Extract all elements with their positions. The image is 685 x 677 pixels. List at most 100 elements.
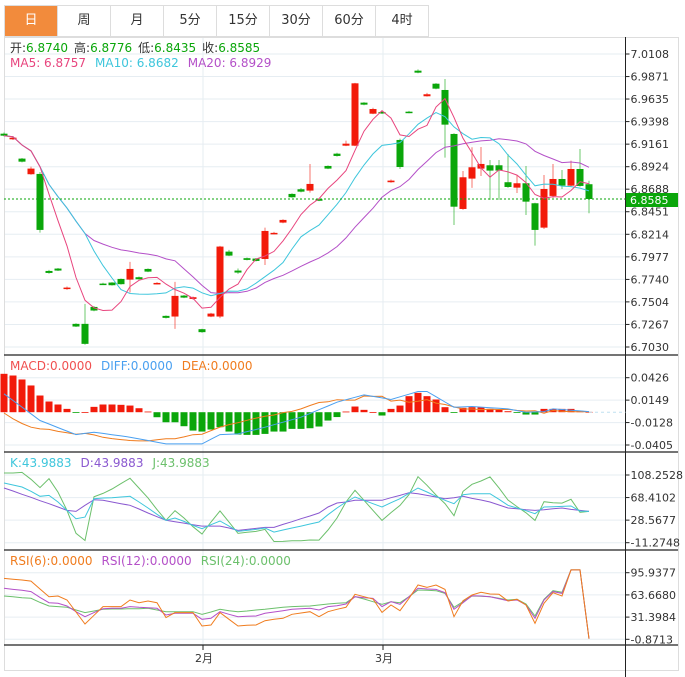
current-price-value: 6.8585 xyxy=(630,194,669,207)
candle-body xyxy=(351,83,359,146)
kdj-legend: K:43.9883 D:43.9883 J:43.9883 xyxy=(10,456,210,470)
candle xyxy=(54,267,62,272)
candle xyxy=(36,171,44,233)
rsi6-line xyxy=(3,569,590,639)
macd-bar xyxy=(198,412,206,432)
candle-body xyxy=(540,188,548,228)
price-tick-label: 7.0108 xyxy=(631,48,670,61)
open-label: 开: xyxy=(10,41,26,55)
candle-body xyxy=(63,287,71,290)
macd-bar xyxy=(216,412,224,428)
price-tick-label: 6.9635 xyxy=(631,93,670,106)
price-tick-label: 6.7740 xyxy=(631,273,670,286)
macd-bar xyxy=(396,405,404,413)
candle-body xyxy=(306,183,314,191)
candle xyxy=(261,227,269,265)
price-tick-label: 6.8451 xyxy=(631,206,670,219)
candle xyxy=(441,79,449,158)
candle-body xyxy=(243,258,251,260)
candle-body xyxy=(396,139,404,167)
macd-legend: MACD:0.0000 DIFF:0.0000 DEA:0.0000 xyxy=(10,359,253,373)
candle-body xyxy=(234,270,242,273)
price-tick-label: 6.7030 xyxy=(631,341,670,354)
candle-body xyxy=(531,203,539,230)
candle xyxy=(450,133,458,225)
candle-body xyxy=(576,168,584,186)
open-value: 6.8740 xyxy=(26,41,68,55)
macd-bar xyxy=(63,408,71,413)
candle xyxy=(99,282,107,286)
candle xyxy=(162,315,170,319)
kdj-tick-label: 28.5677 xyxy=(631,514,677,527)
macd-bar xyxy=(513,412,521,414)
rsi-tick-label: -0.8713 xyxy=(631,633,673,646)
candle xyxy=(495,159,503,200)
candle xyxy=(324,165,332,170)
candle-body xyxy=(18,158,26,162)
kline-chart[interactable]: 7.01086.98716.96356.93986.91616.89246.86… xyxy=(0,0,685,677)
candle xyxy=(459,170,467,210)
candle-body xyxy=(549,178,557,196)
j-label: J:43.9883 xyxy=(151,456,209,470)
macd-bar xyxy=(117,404,125,413)
candle-body xyxy=(144,268,152,272)
high-value: 6.8776 xyxy=(90,41,132,55)
chart-border xyxy=(4,37,679,671)
macd-bar xyxy=(153,412,161,418)
candle-body xyxy=(198,329,206,333)
k-label: K:43.9883 xyxy=(10,456,72,470)
low-value: 6.8435 xyxy=(154,41,196,55)
macd-bar xyxy=(369,412,377,414)
macd-tick-label: -0.0128 xyxy=(631,417,673,430)
candle xyxy=(180,295,188,299)
candle-body xyxy=(81,323,89,344)
candle-body xyxy=(108,282,116,286)
candle-body xyxy=(585,184,593,199)
candle xyxy=(18,158,26,163)
macd-bar xyxy=(180,412,188,427)
macd-bar xyxy=(360,409,368,413)
chart-frame xyxy=(4,37,679,677)
close-value: 6.8585 xyxy=(218,41,260,55)
macd-bar xyxy=(405,396,413,413)
candle-body xyxy=(297,189,305,192)
macd-bar xyxy=(333,412,341,418)
candle-body xyxy=(216,246,224,317)
diff-line xyxy=(3,391,590,445)
macd-bar xyxy=(387,408,395,413)
svg-text:RSI(6):0.0000RSI(12):0.0000RSI: RSI(6):0.0000 RSI(12):0.0000 RSI(24):0.000… xyxy=(10,554,291,568)
x-tick-label: 2月 xyxy=(195,652,213,665)
macd-bar xyxy=(297,412,305,429)
svg-text:MA5: 6.8757MA10: 6.8682MA20: 6: MA5: 6.8757 MA10: 6.8682 MA20: 6.8929 xyxy=(10,56,271,70)
close-label: 收: xyxy=(202,41,218,55)
candle xyxy=(198,328,206,333)
candle xyxy=(585,180,593,214)
candle xyxy=(270,231,278,235)
rsi-tick-label: 31.3984 xyxy=(631,611,677,624)
current-price-tag: 6.8585 xyxy=(626,193,678,207)
price-tick-label: 6.9161 xyxy=(631,138,670,151)
price-tick-label: 6.9871 xyxy=(631,71,670,84)
kdj-tick-label: 68.4102 xyxy=(631,492,677,505)
candle-body xyxy=(486,165,494,171)
macd-bar xyxy=(432,399,440,413)
macd-bar xyxy=(81,412,89,414)
svg-text:K:43.9883D:43.9883J:43.9883: K:43.9883 D:43.9883 J:43.9883 xyxy=(10,456,210,470)
kdj-tick-label: -11.2748 xyxy=(631,537,680,550)
candle-body xyxy=(117,278,125,285)
candle-body xyxy=(270,232,278,235)
candle xyxy=(27,166,35,175)
candle-body xyxy=(207,313,215,317)
rsi-tick-label: 63.6680 xyxy=(631,589,677,602)
candle-body xyxy=(72,323,80,327)
candle-body xyxy=(99,283,107,286)
diff-label: DIFF:0.0000 xyxy=(101,359,173,373)
candle-body xyxy=(135,277,143,280)
candle xyxy=(108,282,116,286)
svg-text:开:6.8740高:6.8776低:6.8435收:6.85: 开:6.8740 高:6.8776 低:6.8435 收:6.8585 xyxy=(10,40,260,55)
macd-bar xyxy=(450,412,458,414)
candle xyxy=(486,159,494,200)
candle xyxy=(540,174,548,229)
rsi6-label: RSI(6):0.0000 xyxy=(10,554,93,568)
candle xyxy=(414,69,422,74)
